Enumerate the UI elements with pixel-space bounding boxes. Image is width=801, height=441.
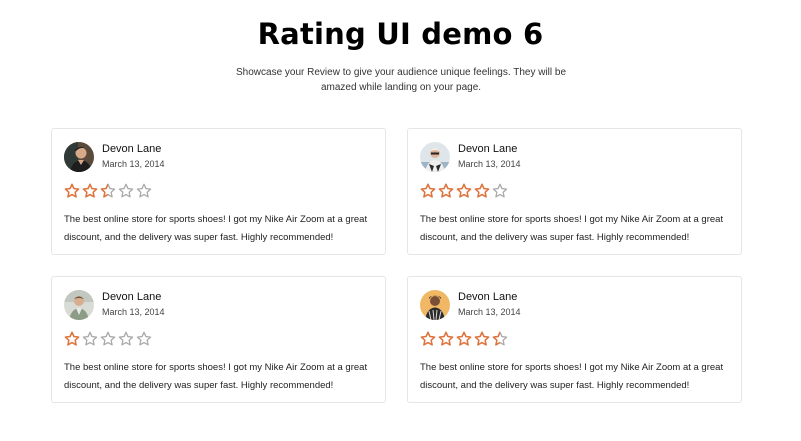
reviewer-name: Devon Lane [458,143,518,155]
star-empty-icon[interactable] [118,183,134,199]
star-empty-icon[interactable] [82,331,98,347]
person-avatar-icon [64,290,94,320]
review-text: The best online store for sports shoes! … [64,214,368,243]
star-empty-icon[interactable] [136,331,152,347]
star-half-icon[interactable] [492,331,508,347]
page-title: Rating UI demo 6 [257,17,544,51]
star-filled-icon[interactable] [82,183,98,199]
review-date: March 13, 2014 [458,159,521,169]
star-filled-icon[interactable] [474,183,490,199]
avatar [64,142,94,172]
person-avatar-icon [420,142,450,172]
star-rating[interactable] [64,331,154,347]
page-subtitle: Showcase your Review to give your audien… [236,67,567,93]
avatar [64,290,94,320]
star-rating[interactable] [420,183,510,199]
star-filled-icon[interactable] [64,331,80,347]
star-filled-icon[interactable] [456,331,472,347]
review-date: March 13, 2014 [102,159,165,169]
star-empty-icon[interactable] [136,183,152,199]
reviewer-name: Devon Lane [102,291,162,303]
review-card: Devon Lane March 13, 2014 The best onlin… [407,276,742,403]
star-filled-icon[interactable] [456,183,472,199]
star-half-icon[interactable] [100,183,116,199]
review-text: The best online store for sports shoes! … [64,362,368,391]
star-rating[interactable] [420,331,510,347]
reviewer-name: Devon Lane [102,143,162,155]
review-date: March 13, 2014 [458,307,521,317]
star-filled-icon[interactable] [420,331,436,347]
review-card: Devon Lane March 13, 2014 The best onlin… [51,128,386,255]
person-avatar-icon [64,142,94,172]
star-empty-icon[interactable] [118,331,134,347]
person-avatar-icon [420,290,450,320]
star-filled-icon[interactable] [420,183,436,199]
avatar [420,142,450,172]
review-card: Devon Lane March 13, 2014 The best onlin… [51,276,386,403]
review-text: The best online store for sports shoes! … [420,362,724,391]
star-filled-icon[interactable] [438,331,454,347]
star-empty-icon[interactable] [100,331,116,347]
avatar [420,290,450,320]
review-card: Devon Lane March 13, 2014 The best onlin… [407,128,742,255]
star-filled-icon[interactable] [438,183,454,199]
star-rating[interactable] [64,183,154,199]
star-filled-icon[interactable] [64,183,80,199]
reviewer-name: Devon Lane [458,291,518,303]
review-date: March 13, 2014 [102,307,165,317]
star-filled-icon[interactable] [474,331,490,347]
review-text: The best online store for sports shoes! … [420,214,724,243]
star-empty-icon[interactable] [492,183,508,199]
